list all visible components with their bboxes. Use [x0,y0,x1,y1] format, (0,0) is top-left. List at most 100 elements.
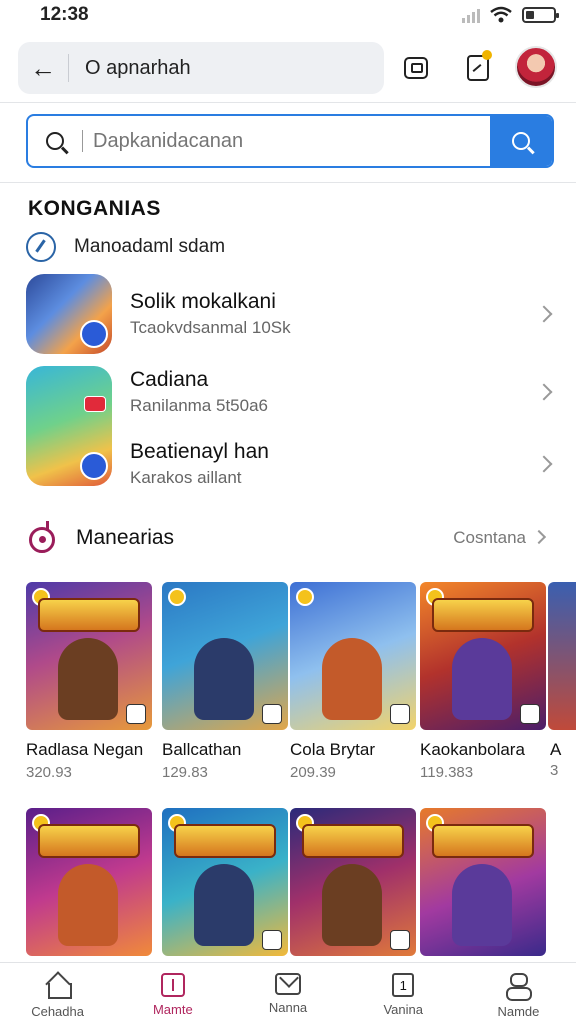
wifi-icon [490,6,512,23]
rating-icon [390,930,410,950]
rating-icon [126,704,146,724]
chevron-right-icon [535,383,553,401]
chevron-right-icon [535,305,553,323]
nav-label: Vanina [383,1002,423,1017]
game-size: 209.39 [290,764,336,781]
nav-label: Namde [497,1004,540,1019]
app-subtitle: Karakos aillant [130,468,242,487]
game-card[interactable]: Ballcathan 129.83 [162,582,288,781]
check-label: Manoadaml sdam [74,236,226,257]
game-thumbnail [26,582,152,730]
game-size: 129.83 [162,764,208,781]
search-box[interactable] [26,114,554,168]
nav-item-updates[interactable]: 1 Vanina [346,963,461,1024]
app-subtitle: Tcaokvdsanmal 10Sk [130,318,291,337]
game-thumbnail [420,808,546,956]
address-query[interactable]: O apnarhah [85,57,191,80]
game-logo [38,598,140,632]
profile-icon [504,973,533,1001]
apps-icon [160,973,185,997]
app-row[interactable]: Solik mokalkani Tcaokvdsanmal 10Sk [26,274,556,354]
game-thumbnail [26,808,152,956]
game-thumbnail [420,582,546,730]
game-card[interactable] [290,808,416,956]
game-name: Cola Brytar [290,740,376,759]
game-name: Radlasa Negan [26,740,144,759]
game-name: Ballcathan [162,740,242,759]
game-card[interactable]: Kaokanbolara 119.383 [420,582,546,781]
home-icon [44,973,72,999]
divider [0,102,576,103]
badge-icon [84,396,106,412]
notes-button[interactable] [458,48,498,88]
game-card[interactable] [420,808,546,956]
back-button[interactable]: ← [18,42,68,94]
updates-icon: 1 [392,973,415,997]
status-time: 12:38 [40,4,89,25]
game-card-partial[interactable] [548,582,576,730]
app-title: Solik mokalkani [130,290,276,313]
back-arrow-icon: ← [30,52,56,83]
game-card[interactable] [162,808,288,956]
divider [68,54,69,82]
notification-dot [482,50,492,60]
app-title: Beatienayl han [130,440,269,463]
search-icon [28,116,82,166]
rating-icon [390,704,410,724]
check-row[interactable]: Manoadaml sdam [26,232,225,262]
screenshot-button[interactable] [396,48,436,88]
search-input[interactable] [82,130,490,152]
game-size: 119.383 [420,764,474,781]
search-icon [512,132,530,150]
app-subtitle: Ranilanma 5t50a6 [130,396,268,415]
game-logo [174,824,276,858]
game-logo [432,598,534,632]
verified-badge-icon [80,320,108,348]
status-bar: 12:38 [0,0,576,34]
rating-icon [262,930,282,950]
battery-icon [522,7,559,23]
nav-label: Mamte [152,1002,193,1017]
rating-icon [520,704,540,724]
game-thumbnail [162,808,288,956]
nav-item-profile[interactable]: Namde [461,963,576,1024]
game-card[interactable]: Radlasa Negan 320.93 [26,582,152,781]
game-thumbnail [290,808,416,956]
address-bar[interactable]: ← O apnarhah [18,42,384,94]
game-logo [302,824,404,858]
section-title: KONGANIAS [28,197,161,220]
avatar[interactable] [515,46,557,88]
nav-item-mail[interactable]: Nanna [230,963,345,1024]
game-card[interactable]: Cola Brytar 209.39 [290,582,416,781]
nav-item-apps[interactable]: Mamte [115,963,230,1024]
app-title: Cadiana [130,368,209,391]
game-name: Kaokanbolara [420,740,525,759]
game-logo [38,824,140,858]
badge-icon [296,588,314,606]
rating-icon [262,704,282,724]
divider [0,182,576,183]
game-thumbnail [290,582,416,730]
game-name: A [550,740,562,759]
signal-icon [462,7,480,23]
battery-level [526,11,534,19]
game-logo [432,824,534,858]
camera-icon [404,57,428,79]
game-thumbnail [162,582,288,730]
nav-label: Nanna [268,1000,308,1015]
games-header: Manearias Cosntana [26,518,550,558]
mail-icon [275,973,301,995]
see-all-link[interactable]: Cosntana [453,528,526,548]
updates-icon-number: 1 [399,977,407,993]
chevron-right-icon [531,529,547,545]
nav-label: Cehadha [31,1004,84,1019]
gamepad-icon [26,521,60,555]
game-size: 320.93 [26,764,72,781]
nav-item-home[interactable]: Cehadha [0,963,115,1024]
game-size: 3 [550,762,559,779]
game-card[interactable] [26,808,152,956]
status-icons [462,6,559,24]
search-button[interactable] [490,116,552,166]
bottom-nav: Cehadha Mamte Nanna 1 Vanina Namde [0,962,576,1024]
app-row[interactable]: Beatienayl han Karakos aillant [26,424,556,504]
